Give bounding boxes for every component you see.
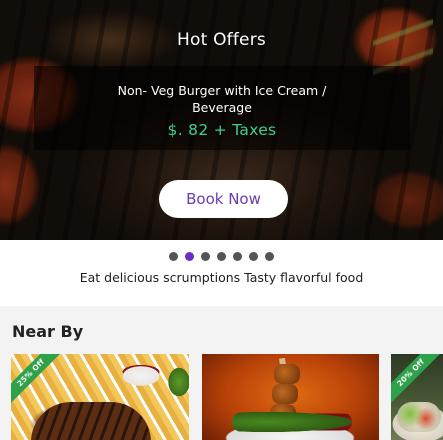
salad-image: [397, 402, 441, 432]
offer-price: $. 82 + Taxes: [167, 121, 277, 139]
carousel-dot[interactable]: [249, 252, 258, 261]
carousel-dot[interactable]: [233, 252, 242, 261]
steak-image: [31, 402, 151, 440]
garnish-image: [159, 362, 189, 402]
near-by-heading: Near By: [12, 322, 84, 341]
offer-panel: Non- Veg Burger with Ice Cream / Beverag…: [34, 66, 410, 150]
carousel-dot[interactable]: [169, 252, 178, 261]
carousel-dot[interactable]: [265, 252, 274, 261]
nearby-card-kebab[interactable]: [202, 354, 379, 440]
banner-title: Hot Offers: [177, 30, 266, 50]
kebab-piece: [272, 384, 298, 404]
nearby-card-salad[interactable]: 20% Off: [391, 354, 443, 440]
nearby-card-steak[interactable]: 25% Off: [11, 354, 189, 440]
offer-name: Non- Veg Burger with Ice Cream / Beverag…: [117, 83, 327, 115]
carousel-caption-area: Eat delicious scrumptions Tasty flavorfu…: [0, 240, 443, 306]
book-now-button[interactable]: Book Now: [159, 180, 288, 218]
plate-garnish-image: [232, 412, 352, 432]
carousel-indicator: [0, 252, 443, 261]
promo-tagline: Eat delicious scrumptions Tasty flavorfu…: [79, 270, 364, 285]
carousel-dot[interactable]: [217, 252, 226, 261]
hot-offers-banner: Hot Offers Non- Veg Burger with Ice Crea…: [0, 0, 443, 240]
carousel-dot[interactable]: [201, 252, 210, 261]
kebab-piece: [274, 364, 300, 384]
carousel-dot-active[interactable]: [185, 252, 194, 261]
